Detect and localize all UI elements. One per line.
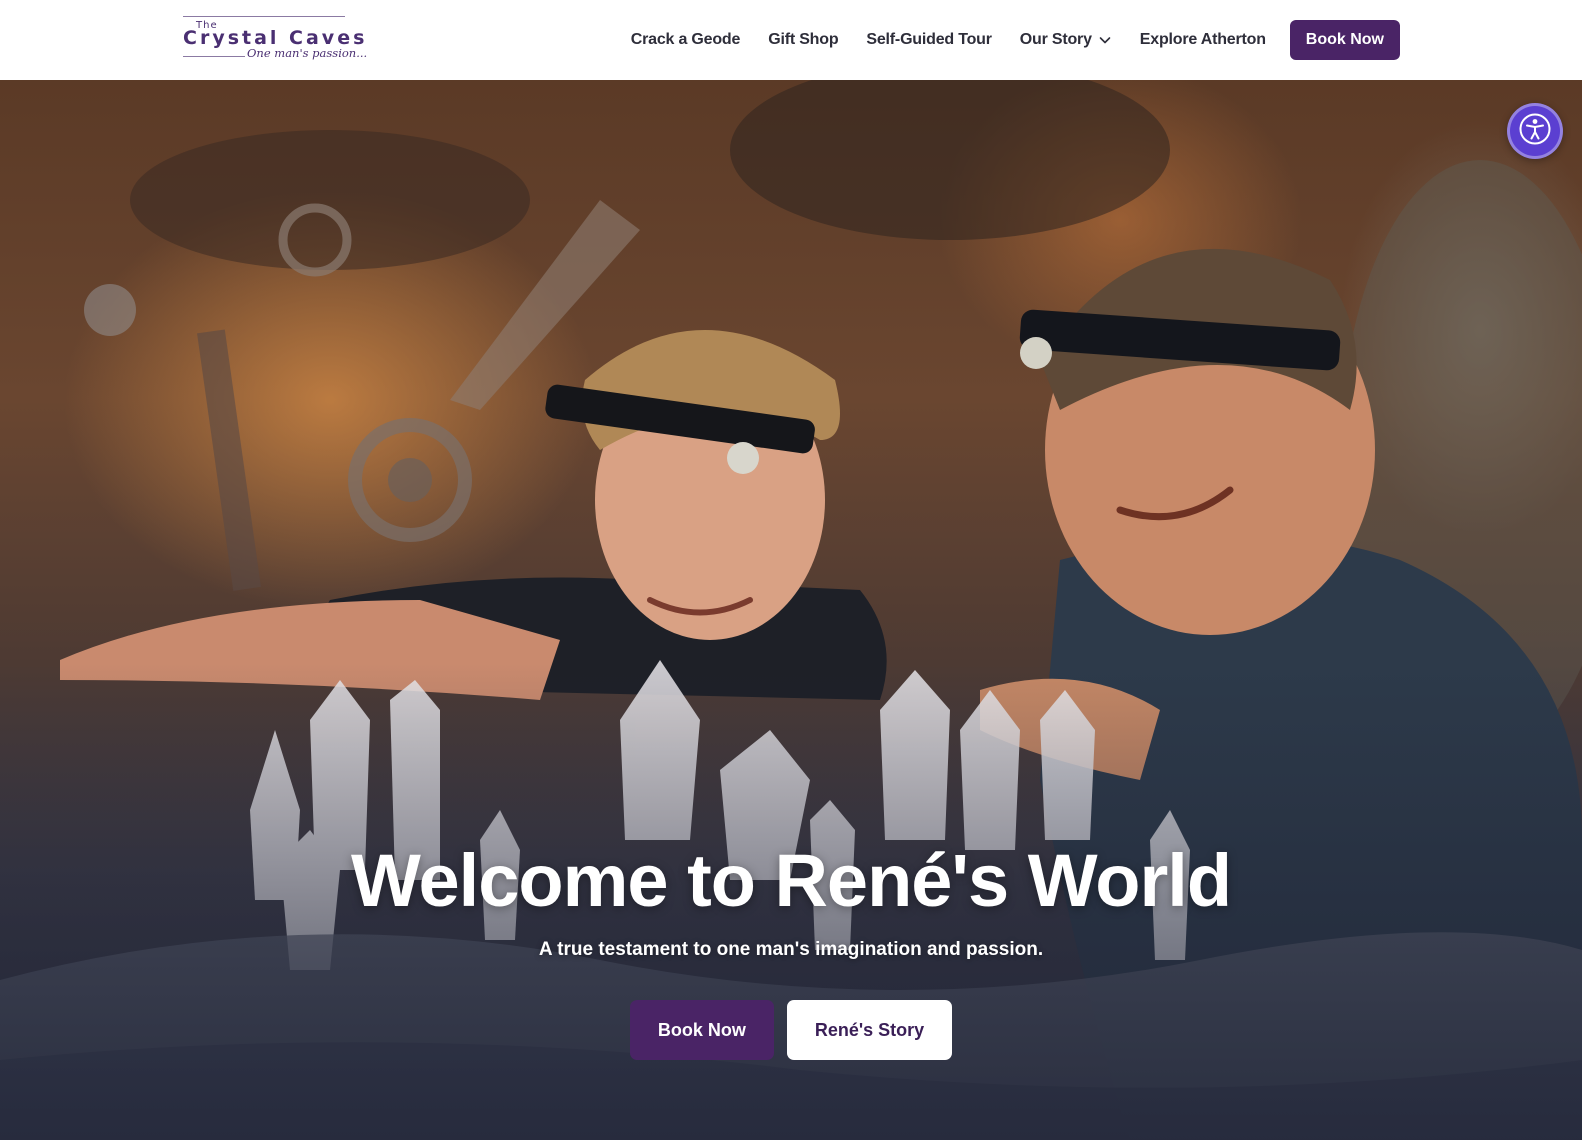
nav-label: Self-Guided Tour xyxy=(866,31,992,48)
nav-label: Our Story xyxy=(1019,31,1092,48)
nav-self-guided-tour[interactable]: Self-Guided Tour xyxy=(866,31,992,49)
accessibility-button[interactable] xyxy=(1507,103,1563,159)
logo-tagline: One man's passion... xyxy=(247,46,368,60)
hero-book-now-button[interactable]: Book Now xyxy=(629,1000,774,1060)
nav-our-story[interactable]: Our Story xyxy=(1020,31,1112,49)
site-header: The Crystal Caves One man's passion... C… xyxy=(0,0,1582,80)
nav-label: Crack a Geode xyxy=(630,31,741,48)
accessibility-icon xyxy=(1518,112,1552,151)
header-book-now-button[interactable]: Book Now xyxy=(1289,20,1400,60)
hero-section: Welcome to René's World A true testament… xyxy=(0,80,1582,1140)
nav-crack-a-geode[interactable]: Crack a Geode xyxy=(630,31,741,49)
chevron-down-icon xyxy=(1098,33,1112,47)
logo-rule xyxy=(183,16,345,17)
nav-label: Gift Shop xyxy=(768,31,839,48)
nav-gift-shop[interactable]: Gift Shop xyxy=(768,31,838,49)
hero-buttons: Book Now René's Story xyxy=(0,1000,1582,1060)
site-logo[interactable]: The Crystal Caves One man's passion... xyxy=(183,16,367,63)
nav-explore-atherton[interactable]: Explore Atherton xyxy=(1140,31,1266,49)
hero-subtitle: A true testament to one man's imaginatio… xyxy=(538,939,1044,960)
hero-shade xyxy=(0,80,1582,1140)
main-nav: Crack a Geode Gift Shop Self-Guided Tour… xyxy=(631,20,1400,60)
nav-label: Explore Atherton xyxy=(1139,31,1266,48)
hero-renes-story-button[interactable]: René's Story xyxy=(786,1000,953,1060)
hero-title: Welcome to René's World xyxy=(350,839,1232,922)
logo-rule xyxy=(183,56,245,57)
